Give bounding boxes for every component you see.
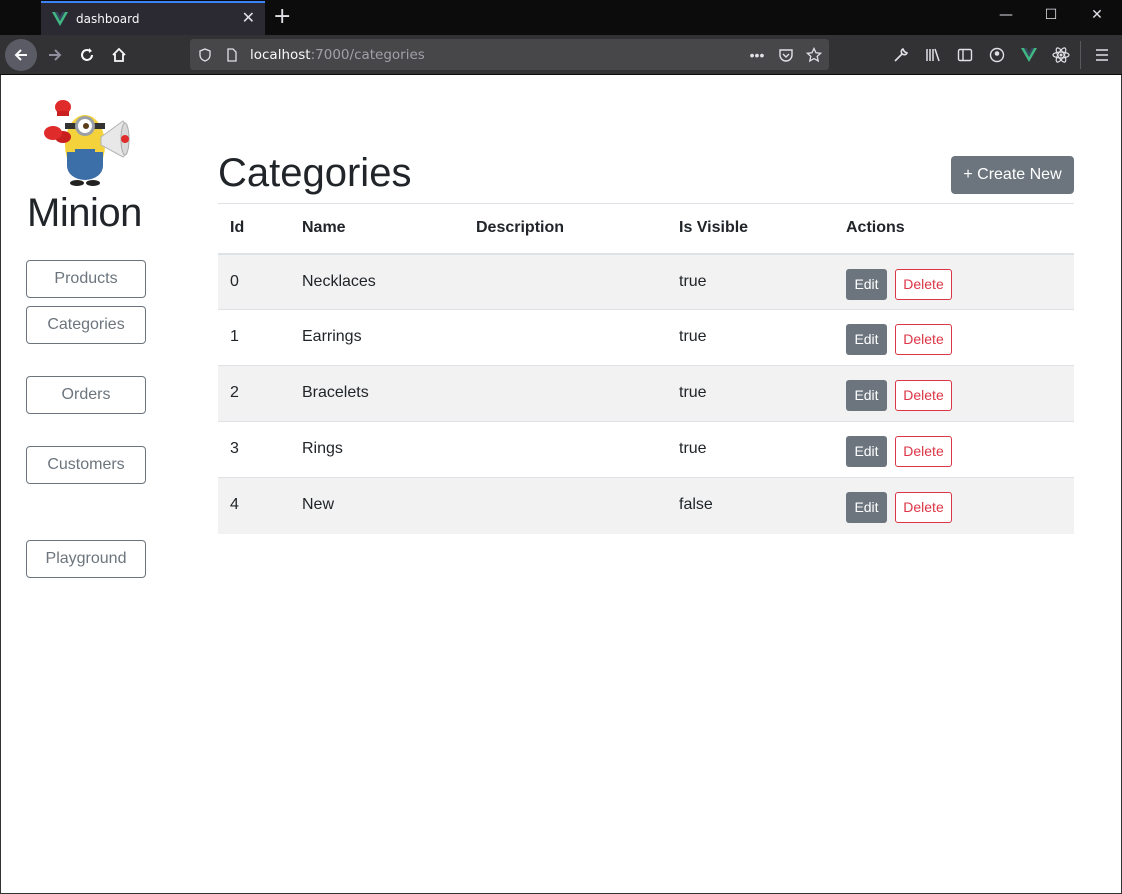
table-row: 4 New false Edit Delete: [218, 477, 1074, 534]
cell-actions: Edit Delete: [834, 253, 1074, 310]
table-header-row: Id Name Description Is Visible Actions: [218, 203, 1074, 255]
delete-button[interactable]: Delete: [895, 324, 952, 355]
cell-visible: true: [667, 421, 834, 478]
cell-description: [464, 309, 667, 366]
delete-button[interactable]: Delete: [895, 268, 952, 300]
cell-visible: true: [667, 253, 834, 310]
forward-arrow-icon[interactable]: [40, 40, 70, 70]
cell-id: 0: [218, 253, 290, 310]
table-row: 1 Earrings true Edit Delete: [218, 309, 1074, 366]
cell-name: Bracelets: [290, 365, 464, 422]
page-icon: [223, 46, 241, 64]
sidebar-item-products[interactable]: Products: [26, 260, 146, 298]
cell-name: Earrings: [290, 309, 464, 366]
cell-visible: true: [667, 365, 834, 422]
table-row: 3 Rings true Edit Delete: [218, 421, 1074, 478]
back-arrow-icon[interactable]: [5, 39, 37, 71]
cell-id: 2: [218, 365, 290, 422]
new-tab-button[interactable]: +: [273, 6, 291, 28]
cell-visible: false: [667, 477, 834, 534]
edit-button[interactable]: Edit: [846, 268, 887, 300]
library-icon[interactable]: [923, 45, 943, 65]
react-devtools-icon[interactable]: [1051, 45, 1071, 65]
cell-name: Necklaces: [290, 253, 464, 310]
delete-button[interactable]: Delete: [895, 492, 952, 523]
account-icon[interactable]: [987, 45, 1007, 65]
toolbar-separator: [1080, 41, 1081, 69]
create-new-button[interactable]: + Create New: [951, 156, 1074, 194]
column-header-name: Name: [290, 203, 464, 255]
page-title: Categories: [218, 151, 412, 195]
edit-button[interactable]: Edit: [846, 380, 887, 411]
url-bar[interactable]: localhost:7000/categories •••: [190, 39, 829, 70]
table-row: 0 Necklaces true Edit Delete: [218, 253, 1074, 310]
close-tab-icon[interactable]: ✕: [242, 11, 255, 27]
edit-button[interactable]: Edit: [846, 492, 887, 523]
page: Minion Products Categories Orders Custom…: [0, 75, 1122, 894]
vue-logo-icon: [52, 12, 68, 26]
pocket-icon[interactable]: [777, 46, 795, 64]
table-row: 2 Bracelets true Edit Delete: [218, 365, 1074, 422]
cell-name: New: [290, 477, 464, 534]
cell-description: [464, 421, 667, 478]
sidebar-item-customers[interactable]: Customers: [26, 446, 146, 484]
cell-id: 3: [218, 421, 290, 478]
vue-devtools-icon[interactable]: [1019, 45, 1039, 65]
close-window-icon[interactable]: ✕: [1087, 7, 1107, 23]
edit-button[interactable]: Edit: [846, 324, 887, 355]
column-header-id: Id: [218, 203, 290, 255]
sidebar-item-playground[interactable]: Playground: [26, 540, 146, 578]
cell-id: 1: [218, 309, 290, 366]
minion-logo: [44, 100, 130, 186]
browser-nav-bar: localhost:7000/categories •••: [0, 35, 1122, 75]
delete-button[interactable]: Delete: [895, 436, 952, 467]
categories-table: Id Name Description Is Visible Actions 0…: [218, 203, 1074, 534]
brand-title: Minion: [27, 191, 142, 235]
hamburger-menu-icon[interactable]: [1092, 45, 1112, 65]
browser-tab-bar: dashboard ✕ + — ☐ ✕: [0, 0, 1122, 35]
cell-actions: Edit Delete: [834, 309, 1074, 366]
cell-actions: Edit Delete: [834, 365, 1074, 422]
tab-title: dashboard: [76, 12, 140, 26]
column-header-description: Description: [464, 203, 667, 255]
cell-actions: Edit Delete: [834, 421, 1074, 478]
bookmark-star-icon[interactable]: [805, 46, 823, 64]
home-icon[interactable]: [104, 40, 134, 70]
delete-button[interactable]: Delete: [895, 380, 952, 411]
minimize-icon[interactable]: —: [996, 7, 1016, 23]
cell-id: 4: [218, 477, 290, 534]
cell-description: [464, 253, 667, 310]
shield-icon[interactable]: [196, 46, 214, 64]
cell-visible: true: [667, 309, 834, 366]
more-actions-icon[interactable]: •••: [748, 46, 766, 64]
wrench-icon[interactable]: [891, 45, 911, 65]
column-header-is-visible: Is Visible: [667, 203, 834, 255]
maximize-icon[interactable]: ☐: [1041, 7, 1061, 23]
sidebar-item-orders[interactable]: Orders: [26, 376, 146, 414]
column-header-actions: Actions: [834, 203, 1074, 255]
sidebar-item-categories[interactable]: Categories: [26, 306, 146, 344]
cell-name: Rings: [290, 421, 464, 478]
browser-tab[interactable]: dashboard ✕: [41, 1, 265, 35]
edit-button[interactable]: Edit: [846, 436, 887, 467]
cell-description: [464, 477, 667, 534]
url-text[interactable]: localhost:7000/categories: [250, 47, 425, 63]
cell-actions: Edit Delete: [834, 477, 1074, 534]
reload-icon[interactable]: [72, 40, 102, 70]
cell-description: [464, 365, 667, 422]
sidebar-toggle-icon[interactable]: [955, 45, 975, 65]
